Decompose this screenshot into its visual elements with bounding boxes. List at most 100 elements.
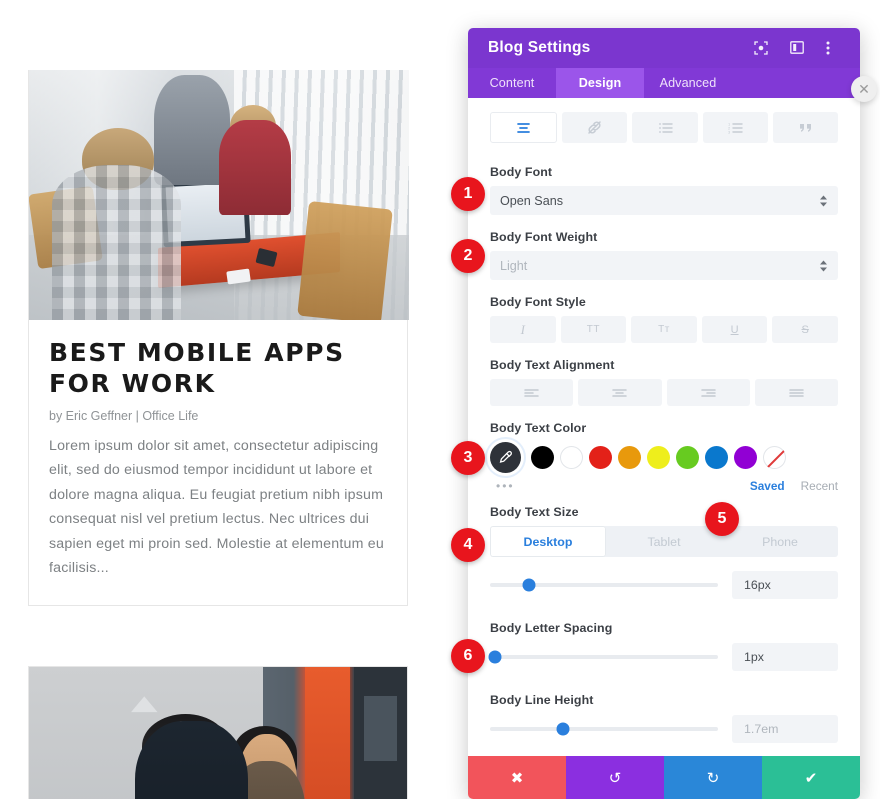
- body-text-color-label: Body Text Color: [490, 421, 587, 435]
- swatch-white[interactable]: [560, 446, 583, 469]
- body-font-select[interactable]: Open Sans: [490, 186, 838, 215]
- numbered-list-icon[interactable]: 1 2 3: [702, 112, 768, 143]
- field-body-line-height: Body Line Height 1.7em: [490, 693, 838, 743]
- color-swatch-row: [490, 442, 838, 473]
- post-body: BEST MOBILE APPS FOR WORK by Eric Geffne…: [29, 320, 407, 605]
- more-colors-icon[interactable]: •••: [496, 479, 515, 493]
- blockquote-icon[interactable]: [772, 112, 839, 143]
- swatch-red[interactable]: [589, 446, 612, 469]
- modal-title: Blog Settings: [488, 39, 591, 56]
- callout-badge-5: 5: [705, 502, 739, 536]
- body-text-size-slider-row: 16px: [490, 571, 838, 599]
- modal-header-icons: [754, 41, 840, 55]
- field-body-font-style: Body Font Style I TT Tт U S: [490, 295, 838, 343]
- body-text-alignment-buttons: [490, 379, 838, 406]
- capture-icon[interactable]: [754, 41, 768, 55]
- body-line-height-value[interactable]: 1.7em: [732, 715, 838, 743]
- cancel-button[interactable]: ✖: [468, 756, 566, 799]
- chevron-updown-icon: [820, 195, 827, 206]
- blog-post-card: BEST MOBILE APPS FOR WORK by Eric Geffne…: [28, 70, 409, 606]
- screenshot-root: BEST MOBILE APPS FOR WORK by Eric Geffne…: [0, 0, 880, 799]
- slider-handle[interactable]: [488, 650, 502, 664]
- swatch-none[interactable]: [763, 446, 786, 469]
- device-tab-desktop[interactable]: Desktop: [490, 526, 606, 557]
- swatch-black[interactable]: [531, 446, 554, 469]
- save-button[interactable]: ✔: [762, 756, 860, 799]
- link-icon[interactable]: [562, 112, 628, 143]
- eyedropper-icon[interactable]: [490, 442, 521, 473]
- field-body-letter-spacing: Body Letter Spacing 1px: [488, 621, 838, 671]
- body-letter-spacing-slider-row: 1px: [488, 643, 838, 671]
- blog-posts-column: BEST MOBILE APPS FOR WORK by Eric Geffne…: [28, 70, 409, 799]
- modal-tabs: Content Design Advanced: [468, 68, 860, 98]
- swatch-blue[interactable]: [705, 446, 728, 469]
- slider-handle[interactable]: [556, 722, 570, 736]
- field-body-font: Body Font Open Sans: [490, 165, 838, 215]
- body-text-size-slider[interactable]: [490, 578, 718, 592]
- callout-badge-3: 3: [451, 441, 485, 475]
- device-tabs: Desktop Tablet Phone: [490, 526, 838, 557]
- body-font-weight-select[interactable]: Light: [490, 251, 838, 280]
- underline-icon[interactable]: U: [701, 316, 768, 343]
- field-body-font-weight: Body Font Weight Light: [490, 230, 838, 280]
- device-tab-phone[interactable]: Phone: [722, 526, 838, 557]
- svg-text:3: 3: [728, 129, 731, 133]
- tab-advanced[interactable]: Advanced: [644, 68, 732, 98]
- body-line-height-label: Body Line Height: [490, 693, 594, 707]
- chevron-updown-icon: [820, 260, 827, 271]
- color-source-tabs: Saved Recent: [750, 479, 838, 493]
- tab-design[interactable]: Design: [556, 68, 644, 98]
- italic-icon[interactable]: I: [490, 316, 556, 343]
- color-swatch-footer: ••• Saved Recent: [490, 479, 838, 493]
- align-right-icon[interactable]: [666, 379, 750, 406]
- swatch-orange[interactable]: [618, 446, 641, 469]
- body-font-label: Body Font: [490, 165, 553, 179]
- body-font-weight-value: Light: [500, 258, 528, 273]
- callout-badge-4: 4: [451, 528, 485, 562]
- callout-badge-6: 6: [451, 639, 485, 673]
- body-text-alignment-label: Body Text Alignment: [490, 358, 615, 372]
- tab-content[interactable]: Content: [468, 68, 556, 98]
- body-font-style-label: Body Font Style: [490, 295, 586, 309]
- callout-badge-1: 1: [451, 177, 485, 211]
- modal-footer: ✖ ↺ ↻ ✔: [468, 756, 860, 799]
- post-title: BEST MOBILE APPS FOR WORK: [49, 338, 345, 398]
- blog-settings-modal: Blog Settings Content Design Advanced 1 …: [468, 28, 860, 799]
- undo-button[interactable]: ↺: [566, 756, 664, 799]
- tab-saved-colors[interactable]: Saved: [750, 479, 785, 493]
- more-vertical-icon[interactable]: [826, 41, 840, 55]
- body-text-size-value[interactable]: 16px: [732, 571, 838, 599]
- layout-panel-icon[interactable]: [790, 41, 804, 55]
- field-body-text-color: Body Text Color ••• Saved Recent: [490, 421, 838, 493]
- body-font-style-buttons: I TT Tт U S: [490, 316, 838, 343]
- align-center-icon[interactable]: [578, 379, 662, 406]
- close-icon[interactable]: ✕: [851, 76, 877, 102]
- capitalize-icon[interactable]: Tт: [631, 316, 697, 343]
- body-letter-spacing-slider[interactable]: [488, 650, 718, 664]
- body-line-height-slider[interactable]: [490, 722, 718, 736]
- body-font-value: Open Sans: [500, 193, 564, 208]
- slider-handle[interactable]: [522, 578, 536, 592]
- modal-header: Blog Settings: [468, 28, 860, 68]
- paragraph-icon[interactable]: [490, 112, 558, 143]
- field-body-text-size: Body Text Size Desktop Tablet Phone 16px: [490, 505, 838, 599]
- body-text-size-label: Body Text Size: [490, 505, 579, 519]
- bullet-list-icon[interactable]: [632, 112, 698, 143]
- align-justify-icon[interactable]: [754, 379, 838, 406]
- post-excerpt: Lorem ipsum dolor sit amet, consectetur …: [49, 438, 384, 577]
- body-letter-spacing-value[interactable]: 1px: [732, 643, 838, 671]
- tab-recent-colors[interactable]: Recent: [801, 479, 838, 493]
- swatch-purple[interactable]: [734, 446, 757, 469]
- swatch-yellow[interactable]: [647, 446, 670, 469]
- callout-badge-2: 2: [451, 239, 485, 273]
- body-font-weight-label: Body Font Weight: [490, 230, 598, 244]
- align-left-icon[interactable]: [490, 379, 574, 406]
- swatch-green[interactable]: [676, 446, 699, 469]
- body-line-height-slider-row: 1.7em: [490, 715, 838, 743]
- redo-button[interactable]: ↻: [664, 756, 762, 799]
- uppercase-icon[interactable]: TT: [560, 316, 627, 343]
- body-letter-spacing-label: Body Letter Spacing: [490, 621, 613, 635]
- device-tab-tablet[interactable]: Tablet: [606, 526, 722, 557]
- post-featured-image: [29, 70, 409, 320]
- strikethrough-icon[interactable]: S: [772, 316, 838, 343]
